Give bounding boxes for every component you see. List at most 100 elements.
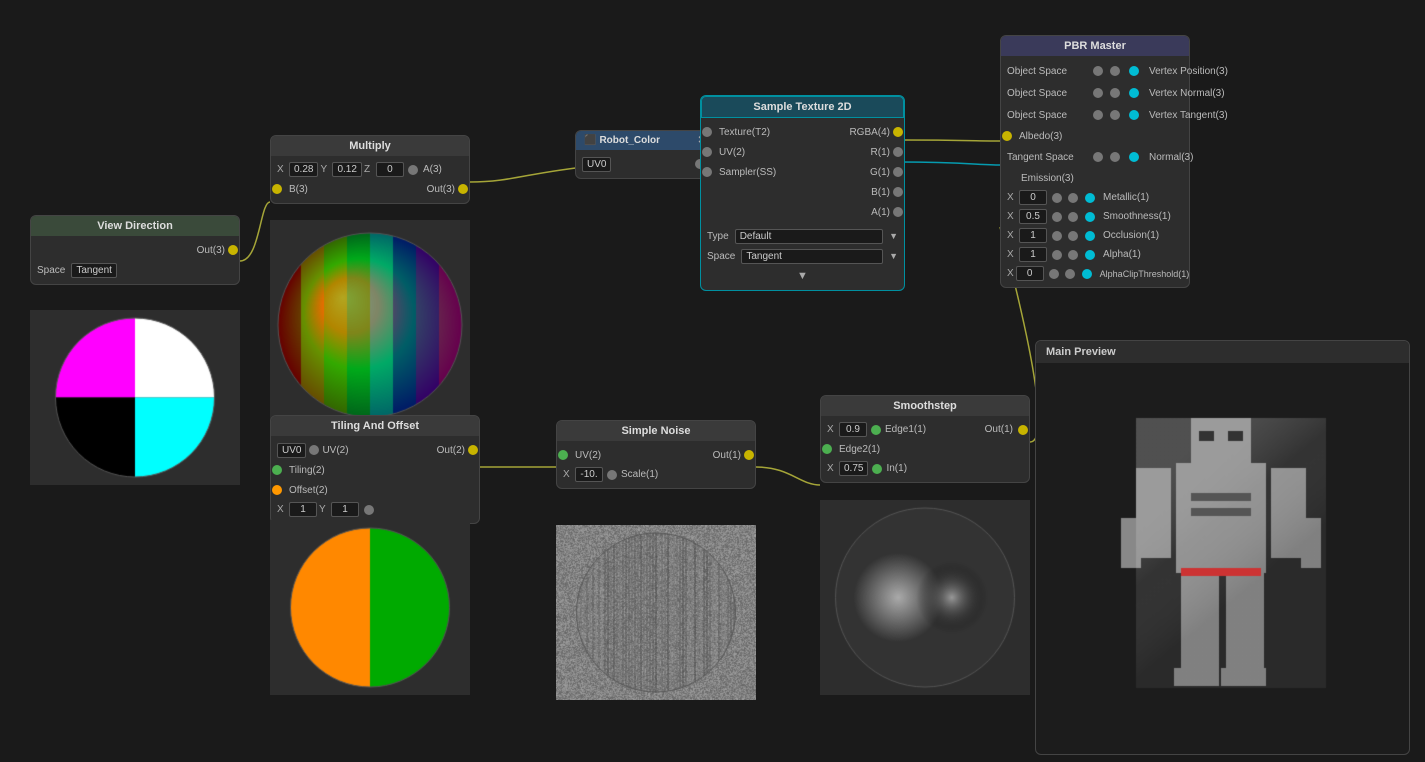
- texture-icon: ⬛: [584, 135, 596, 146]
- y-val[interactable]: 1: [331, 502, 359, 517]
- m-out[interactable]: [1085, 193, 1095, 203]
- out-port[interactable]: [1018, 425, 1028, 435]
- out-port[interactable]: [228, 245, 238, 255]
- in-port[interactable]: [872, 464, 882, 474]
- g-port[interactable]: [893, 167, 903, 177]
- uv-in-port[interactable]: [309, 445, 319, 455]
- x1-val[interactable]: 0.9: [839, 422, 867, 437]
- os1-port2[interactable]: [1110, 66, 1120, 76]
- os3-out[interactable]: [1129, 110, 1139, 120]
- oc-port[interactable]: [1052, 231, 1062, 241]
- os2-port2[interactable]: [1110, 88, 1120, 98]
- os1-port[interactable]: [1093, 66, 1103, 76]
- xy-port[interactable]: [364, 505, 374, 515]
- obj-space-row-2: Object Space Vertex Normal(3): [1001, 82, 1189, 104]
- os3-port[interactable]: [1093, 110, 1103, 120]
- oc-port2[interactable]: [1068, 231, 1078, 241]
- al-port2[interactable]: [1068, 250, 1078, 260]
- space-label: Space: [707, 251, 735, 262]
- edge1-port[interactable]: [871, 425, 881, 435]
- edge2-port[interactable]: [822, 444, 832, 454]
- ts-out[interactable]: [1129, 152, 1139, 162]
- out-label: Out(3): [197, 245, 225, 256]
- out-port[interactable]: [458, 184, 468, 194]
- expand-row: ▼: [701, 266, 904, 286]
- x-val[interactable]: -10.: [575, 467, 603, 482]
- node-view-direction: View Direction Out(3) Space Tangent: [30, 215, 240, 285]
- b-in-port[interactable]: [272, 184, 282, 194]
- tangent-row: Tangent Space Normal(3): [1001, 146, 1189, 168]
- rgba-port[interactable]: [893, 127, 903, 137]
- space-arrow: ▼: [889, 251, 898, 261]
- type-dropdown[interactable]: Default: [735, 229, 883, 244]
- node-robot-texture: ⬛ Robot_Color ✕ UV0: [575, 130, 715, 179]
- tiling-preview: [270, 520, 470, 695]
- os2-out[interactable]: [1129, 88, 1139, 98]
- aclip-row: X 0 AlphaClipThreshold(1): [1001, 264, 1189, 283]
- os3-port2[interactable]: [1110, 110, 1120, 120]
- offset-in-port[interactable]: [272, 485, 282, 495]
- a-label: A(1): [871, 207, 890, 218]
- b-label: B(1): [871, 187, 890, 198]
- ac-port2[interactable]: [1065, 269, 1075, 279]
- out-port[interactable]: [468, 445, 478, 455]
- x-val[interactable]: 1: [289, 502, 317, 517]
- out-port[interactable]: [744, 450, 754, 460]
- s-port2[interactable]: [1068, 212, 1078, 222]
- metallic-val[interactable]: 0: [1019, 190, 1047, 205]
- expand-icon[interactable]: ▼: [797, 270, 808, 282]
- x-value[interactable]: 0.28: [289, 162, 318, 177]
- y-value[interactable]: 0.12: [332, 162, 361, 177]
- os2-port[interactable]: [1093, 88, 1103, 98]
- space-dropdown[interactable]: Tangent: [71, 263, 117, 278]
- out-label: Out(2): [437, 445, 465, 456]
- os1-out[interactable]: [1129, 66, 1139, 76]
- tiling-in-port[interactable]: [272, 465, 282, 475]
- al-out[interactable]: [1085, 250, 1095, 260]
- r-port[interactable]: [893, 147, 903, 157]
- z-value[interactable]: 0: [376, 162, 404, 177]
- ac-port[interactable]: [1049, 269, 1059, 279]
- oc-out[interactable]: [1085, 231, 1095, 241]
- x2-val[interactable]: 0.75: [839, 461, 868, 476]
- xyz-port[interactable]: [408, 165, 418, 175]
- uv-in-port[interactable]: [558, 450, 568, 460]
- texture-in-port[interactable]: [702, 127, 712, 137]
- view-direction-header: View Direction: [31, 216, 239, 236]
- x-lbl: X: [827, 424, 837, 435]
- b-label: B(3): [289, 184, 308, 195]
- alpha-val[interactable]: 1: [1019, 247, 1047, 262]
- noise-preview: [556, 525, 756, 700]
- vp-label: Vertex Position(3): [1149, 66, 1228, 77]
- ts-port2[interactable]: [1110, 152, 1120, 162]
- uv-dropdown[interactable]: UV0: [582, 157, 611, 172]
- main-preview-canvas: [1036, 363, 1409, 748]
- albedo-port[interactable]: [1002, 131, 1012, 141]
- sampler-in-port[interactable]: [702, 167, 712, 177]
- ts-port[interactable]: [1093, 152, 1103, 162]
- m-port[interactable]: [1052, 193, 1062, 203]
- ac-out[interactable]: [1082, 269, 1092, 279]
- x-lbl: X: [1007, 211, 1017, 222]
- s-out[interactable]: [1085, 212, 1095, 222]
- a-port[interactable]: [893, 207, 903, 217]
- simple-noise-title: Simple Noise: [621, 425, 690, 437]
- type-label: Type: [707, 231, 729, 242]
- x-lbl: X: [1007, 192, 1017, 203]
- uv-dropdown[interactable]: UV0: [277, 443, 306, 458]
- albedo-label: Albedo(3): [1019, 131, 1062, 142]
- b-port[interactable]: [893, 187, 903, 197]
- al-port[interactable]: [1052, 250, 1062, 260]
- m-port2[interactable]: [1068, 193, 1078, 203]
- uv-in-port[interactable]: [702, 147, 712, 157]
- view-direction-out-row: Out(3): [31, 240, 239, 260]
- scale-port[interactable]: [607, 470, 617, 480]
- space-dropdown[interactable]: Tangent: [741, 249, 883, 264]
- out-label: Out(3): [427, 184, 455, 195]
- uv-row-s: UV(2) R(1): [701, 142, 904, 162]
- smooth-val[interactable]: 0.5: [1019, 209, 1047, 224]
- occ-val[interactable]: 1: [1019, 228, 1047, 243]
- aclip-val[interactable]: 0: [1016, 266, 1044, 281]
- s-port[interactable]: [1052, 212, 1062, 222]
- view-direction-title: View Direction: [97, 220, 173, 232]
